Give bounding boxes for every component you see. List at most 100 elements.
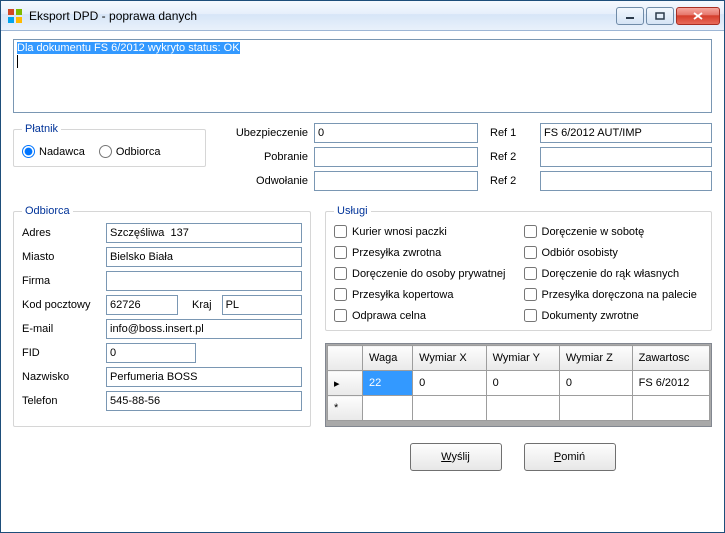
text-caret <box>17 55 18 68</box>
service-option[interactable]: Doręczenie do osoby prywatnej <box>334 267 514 280</box>
telefon-label: Telefon <box>22 395 106 407</box>
send-button[interactable]: Wyślij <box>410 443 502 471</box>
grid-corner[interactable] <box>328 346 363 371</box>
window-title: Eksport DPD - poprawa danych <box>29 9 197 23</box>
cell-wymiary[interactable]: 0 <box>486 371 559 396</box>
service-checkbox[interactable] <box>334 267 347 280</box>
window: Eksport DPD - poprawa danych Dla dokumen… <box>0 0 725 533</box>
grid-header-wymiarx[interactable]: Wymiar X <box>413 346 486 371</box>
payer-legend: Płatnik <box>22 123 61 135</box>
nazwisko-input[interactable] <box>106 367 302 387</box>
service-label: Przesyłka kopertowa <box>352 289 454 301</box>
fid-label: FID <box>22 347 106 359</box>
recipient-legend: Odbiorca <box>22 205 73 217</box>
service-option[interactable]: Odprawa celna <box>334 309 514 322</box>
kod-label: Kod pocztowy <box>22 299 106 311</box>
service-checkbox[interactable] <box>524 288 537 301</box>
service-checkbox[interactable] <box>524 309 537 322</box>
payer-odbiorca-option[interactable]: Odbiorca <box>99 145 161 158</box>
firma-label: Firma <box>22 275 106 287</box>
service-option[interactable]: Odbiór osobisty <box>524 246 704 259</box>
service-option[interactable]: Dokumenty zwrotne <box>524 309 704 322</box>
status-text: Dla dokumentu FS 6/2012 wykryto status: … <box>17 42 240 54</box>
firma-input[interactable] <box>106 271 302 291</box>
kod-input[interactable] <box>106 295 178 315</box>
miasto-label: Miasto <box>22 251 106 263</box>
telefon-input[interactable] <box>106 391 302 411</box>
service-label: Przesyłka zwrotna <box>352 247 441 259</box>
titlebar[interactable]: Eksport DPD - poprawa danych <box>1 1 724 31</box>
payer-odbiorca-radio[interactable] <box>99 145 112 158</box>
service-label: Doręczenie do osoby prywatnej <box>352 268 505 280</box>
ref2a-input[interactable] <box>540 147 712 167</box>
kraj-input[interactable] <box>222 295 302 315</box>
service-label: Odprawa celna <box>352 310 426 322</box>
table-new-row[interactable]: * <box>328 396 710 421</box>
new-row-icon: * <box>328 396 363 421</box>
maximize-button[interactable] <box>646 7 674 25</box>
ubezpieczenie-label: Ubezpieczenie <box>218 127 314 139</box>
service-checkbox[interactable] <box>334 246 347 259</box>
service-option[interactable]: Doręczenie do rąk własnych <box>524 267 704 280</box>
services-legend: Usługi <box>334 205 371 217</box>
service-label: Doręczenie do rąk własnych <box>542 268 680 280</box>
service-label: Dokumenty zwrotne <box>542 310 639 322</box>
service-checkbox[interactable] <box>524 246 537 259</box>
recipient-groupbox: Odbiorca Adres Miasto Firma Kod pocztowy… <box>13 205 311 427</box>
cell-zawartosc[interactable]: FS 6/2012 <box>632 371 709 396</box>
close-button[interactable] <box>676 7 720 25</box>
grid-header-zawartosc[interactable]: Zawartosc <box>632 346 709 371</box>
adres-input[interactable] <box>106 223 302 243</box>
ref2b-input[interactable] <box>540 171 712 191</box>
services-groupbox: Usługi Kurier wnosi paczki Doręczenie w s… <box>325 205 712 331</box>
service-label: Przesyłka doręczona na palecie <box>542 289 697 301</box>
table-row[interactable]: ▸ 22 0 0 0 FS 6/2012 <box>328 371 710 396</box>
cell-wymiarz[interactable]: 0 <box>559 371 632 396</box>
grid-header-waga[interactable]: Waga <box>363 346 413 371</box>
adres-label: Adres <box>22 227 106 239</box>
grid-header-wymiary[interactable]: Wymiar Y <box>486 346 559 371</box>
row-indicator-icon: ▸ <box>328 371 363 396</box>
ref-fields: Ref 1 Ref 2 Ref 2 <box>490 123 712 195</box>
service-label: Doręczenie w sobotę <box>542 226 645 238</box>
ubezpieczenie-input[interactable] <box>314 123 478 143</box>
grid-header-wymiarz[interactable]: Wymiar Z <box>559 346 632 371</box>
service-label: Odbiór osobisty <box>542 247 618 259</box>
email-input[interactable] <box>106 319 302 339</box>
service-option[interactable]: Przesyłka zwrotna <box>334 246 514 259</box>
pobranie-input[interactable] <box>314 147 478 167</box>
service-checkbox[interactable] <box>524 225 537 238</box>
odwolanie-input[interactable] <box>314 171 478 191</box>
service-checkbox[interactable] <box>334 225 347 238</box>
nazwisko-label: Nazwisko <box>22 371 106 383</box>
service-checkbox[interactable] <box>334 309 347 322</box>
packages-grid[interactable]: Waga Wymiar X Wymiar Y Wymiar Z Zawartos… <box>325 343 712 427</box>
kraj-label: Kraj <box>192 299 212 311</box>
service-label: Kurier wnosi paczki <box>352 226 447 238</box>
service-checkbox[interactable] <box>524 267 537 280</box>
ref2b-label: Ref 2 <box>490 175 540 187</box>
service-option[interactable]: Kurier wnosi paczki <box>334 225 514 238</box>
ref1-input[interactable] <box>540 123 712 143</box>
payer-nadawca-option[interactable]: Nadawca <box>22 145 85 158</box>
app-icon <box>7 8 23 24</box>
fid-input[interactable] <box>106 343 196 363</box>
email-label: E-mail <box>22 323 106 335</box>
skip-button[interactable]: Pomiń <box>524 443 616 471</box>
service-option[interactable]: Przesyłka kopertowa <box>334 288 514 301</box>
ref1-label: Ref 1 <box>490 127 540 139</box>
cell-waga[interactable]: 22 <box>363 371 413 396</box>
payer-groupbox: Płatnik Nadawca Odbiorca <box>13 123 206 167</box>
service-checkbox[interactable] <box>334 288 347 301</box>
status-textarea[interactable]: Dla dokumentu FS 6/2012 wykryto status: … <box>13 39 712 113</box>
payer-nadawca-radio[interactable] <box>22 145 35 158</box>
mid-fields: Ubezpieczenie Pobranie Odwołanie <box>218 123 478 195</box>
ref2a-label: Ref 2 <box>490 151 540 163</box>
miasto-input[interactable] <box>106 247 302 267</box>
pobranie-label: Pobranie <box>218 151 314 163</box>
minimize-button[interactable] <box>616 7 644 25</box>
service-option[interactable]: Przesyłka doręczona na palecie <box>524 288 704 301</box>
service-option[interactable]: Doręczenie w sobotę <box>524 225 704 238</box>
odwolanie-label: Odwołanie <box>218 175 314 187</box>
cell-wymiarx[interactable]: 0 <box>413 371 486 396</box>
